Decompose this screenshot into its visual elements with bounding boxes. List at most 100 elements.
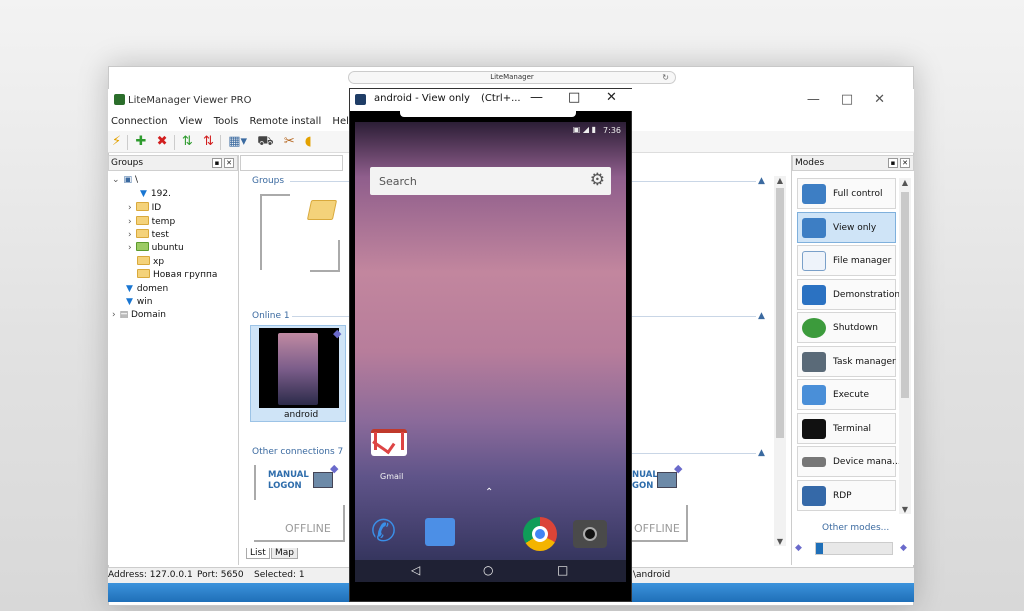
menu-remote-install[interactable]: Remote install: [250, 113, 322, 131]
tab-map[interactable]: Map: [271, 548, 298, 559]
remote-app-icon: [355, 94, 366, 105]
mode-full-control[interactable]: Full control: [797, 178, 896, 209]
collapse-groups-icon[interactable]: ▲: [758, 176, 765, 186]
collapse-other-icon[interactable]: ▲: [758, 448, 765, 458]
close-icon[interactable]: ✕: [900, 158, 910, 168]
group-tile-frame[interactable]: [260, 194, 290, 270]
filter-input[interactable]: [240, 155, 343, 171]
scroll-down-icon[interactable]: ▼: [774, 537, 786, 546]
close-icon[interactable]: ✕: [606, 90, 617, 105]
phone-app-icon[interactable]: ✆: [371, 517, 396, 547]
mode-rdp[interactable]: RDP: [797, 480, 896, 511]
menu-connection[interactable]: Connection: [111, 113, 168, 131]
status-port: Port: 5650: [197, 570, 244, 580]
home-icon[interactable]: ○: [483, 563, 493, 577]
messages-app-icon[interactable]: [425, 518, 455, 546]
tree-item-domen[interactable]: ▼ domen: [126, 283, 168, 297]
folder-icon: [135, 229, 149, 238]
remote-view-shortcut: (Ctrl+...: [481, 93, 521, 104]
mode-view-only[interactable]: View only: [797, 212, 896, 243]
android-screen[interactable]: 7:36 ▣ ◢ ▮ Search ⚙ Gmail ⌃ ✆: [355, 122, 626, 582]
folder-icon: [137, 269, 150, 278]
modes-scrollbar[interactable]: ▲ ▼: [899, 178, 911, 514]
pin-icon[interactable]: ▪: [212, 158, 222, 168]
refresh-icon[interactable]: ⇅: [182, 135, 193, 149]
back-icon[interactable]: ◁: [411, 563, 420, 577]
mode-execute[interactable]: Execute: [797, 379, 896, 410]
folder-icon: [135, 216, 149, 225]
zoom-in-icon[interactable]: ◆: [900, 543, 907, 553]
scroll-up-icon[interactable]: ▲: [899, 178, 911, 187]
tree-item-domain[interactable]: › ▤ Domain: [112, 309, 166, 323]
reload-icon[interactable]: ↻: [662, 72, 669, 83]
window-controls[interactable]: —□✕: [807, 92, 906, 107]
collapse-online-icon[interactable]: ▲: [758, 311, 765, 321]
tree-item-192[interactable]: ▼ 192.: [140, 188, 171, 202]
tools-icon[interactable]: ✂: [284, 135, 295, 149]
remote-view-window: android - View only (Ctrl+... — □ ✕ 7:36…: [349, 88, 633, 602]
tree-item-id[interactable]: › ID: [128, 202, 161, 216]
remote-toolbar-tab[interactable]: [400, 111, 576, 117]
scroll-up-icon[interactable]: ▲: [774, 176, 786, 185]
menu-view[interactable]: View: [179, 113, 203, 131]
zoom-slider[interactable]: [815, 542, 893, 555]
search-network-icon[interactable]: ⛟: [257, 135, 273, 149]
app-logo-icon: [114, 94, 125, 105]
tree-item-new-group[interactable]: Новая группа: [137, 269, 217, 283]
gmail-icon[interactable]: [371, 429, 407, 456]
browser-tab-title: LiteManager: [490, 73, 534, 81]
scrollbar-thumb[interactable]: [901, 192, 909, 398]
mode-file-manager[interactable]: File manager: [797, 245, 896, 276]
maximize-icon[interactable]: □: [568, 90, 580, 105]
status-host: \android: [633, 570, 671, 580]
sync-icon[interactable]: ⇅: [203, 135, 214, 149]
add-icon[interactable]: ✚: [136, 135, 147, 149]
tree-item-temp[interactable]: › temp: [128, 216, 175, 230]
recents-icon[interactable]: □: [557, 563, 568, 577]
open-folder-icon[interactable]: [306, 200, 338, 220]
scroll-down-icon[interactable]: ▼: [899, 505, 911, 514]
execute-icon: [802, 385, 826, 405]
view-mode-icon[interactable]: ▦▾: [228, 135, 247, 149]
chrome-app-icon[interactable]: [523, 517, 557, 551]
tree-item-win[interactable]: ▼ win: [126, 296, 153, 310]
google-search-bar[interactable]: Search ⚙: [370, 167, 611, 195]
mode-demonstration[interactable]: Demonstration: [797, 279, 900, 310]
other-modes-link[interactable]: Other modes...: [822, 523, 889, 533]
chat-icon[interactable]: ◖: [305, 135, 312, 149]
tree-item-ubuntu[interactable]: › ubuntu: [128, 242, 184, 256]
browser-address-bar[interactable]: LiteManager ↻: [348, 71, 676, 84]
zoom-slider-thumb[interactable]: [816, 543, 823, 554]
camera-app-icon[interactable]: [573, 520, 607, 548]
pin-icon[interactable]: ▪: [888, 158, 898, 168]
mode-task-manager[interactable]: Task manager: [797, 346, 896, 377]
connection-status-icon: ◆: [330, 462, 339, 475]
online-item-label: android: [284, 410, 319, 420]
status-address: Address: 127.0.0.1: [108, 570, 193, 580]
delete-icon[interactable]: ✖: [157, 135, 168, 149]
section-divider: [292, 316, 350, 317]
close-icon[interactable]: ✕: [224, 158, 234, 168]
app-drawer-arrow-icon[interactable]: ⌃: [485, 487, 493, 498]
status-selected: Selected: 1: [254, 570, 305, 580]
tile-frame-right: [343, 505, 345, 540]
groups-tree: ⌄ ▣ \ ▼ 192. › ID › temp › test › ubuntu xp Но…: [108, 172, 239, 332]
minimize-icon[interactable]: —: [530, 90, 543, 105]
connect-icon[interactable]: ⚡: [112, 135, 121, 149]
mode-terminal[interactable]: Terminal: [797, 413, 896, 444]
mode-shutdown[interactable]: Shutdown: [797, 312, 896, 343]
offline-label: OFFLINE: [285, 522, 331, 535]
section-divider: [632, 316, 756, 317]
tab-list[interactable]: List: [246, 548, 270, 559]
shutdown-icon: [802, 318, 826, 338]
zoom-out-icon[interactable]: ◆: [795, 543, 802, 553]
groups-panel-header: Groups ▪ ✕: [108, 155, 238, 171]
settings-gear-icon[interactable]: ⚙: [590, 170, 605, 190]
tree-root[interactable]: ⌄ ▣ \: [112, 174, 138, 188]
tree-item-test[interactable]: › test: [128, 229, 169, 243]
menu-tools[interactable]: Tools: [214, 113, 239, 131]
scrollbar-thumb[interactable]: [776, 188, 784, 438]
tree-item-xp[interactable]: xp: [137, 256, 164, 270]
center-scrollbar[interactable]: ▲ ▼: [774, 176, 786, 546]
mode-device-manager[interactable]: Device mana...: [797, 446, 901, 477]
